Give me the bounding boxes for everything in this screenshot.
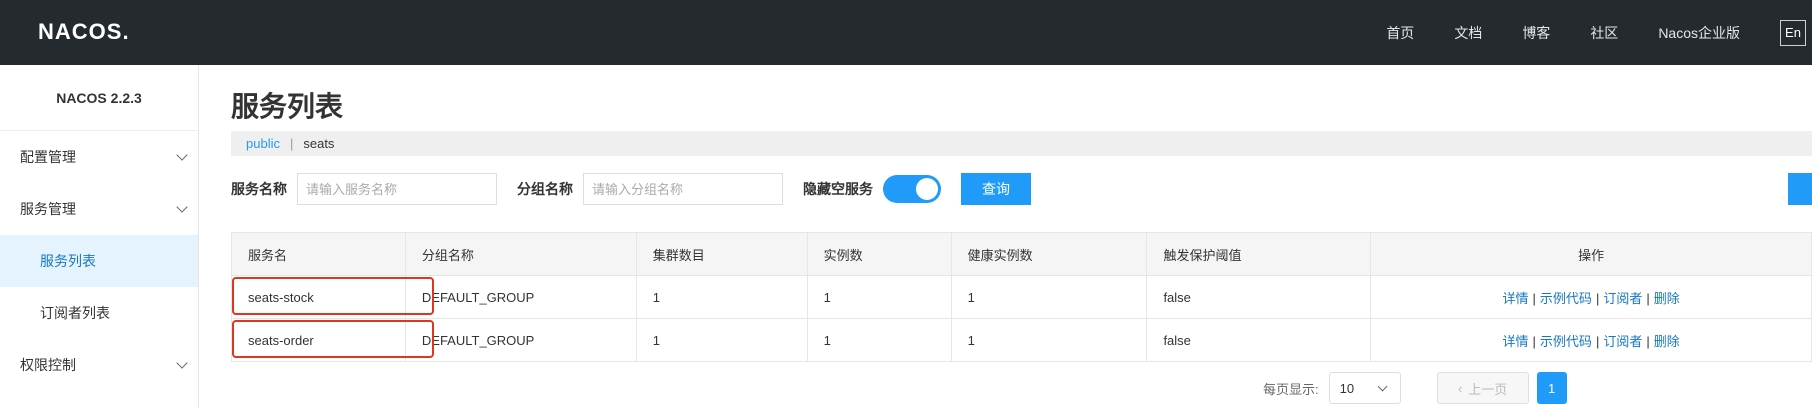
- cell-service-name: seats-order: [231, 318, 434, 362]
- cell-service-name: seats-stock: [231, 275, 434, 319]
- sidebar-item-service-management[interactable]: 服务管理: [0, 183, 198, 235]
- page-title: 服务列表: [231, 91, 344, 122]
- page-size-select[interactable]: 10: [1328, 372, 1401, 404]
- ops-separator: |: [1595, 290, 1600, 306]
- column-header-clusters: 集群数目: [635, 232, 808, 276]
- service-name-label: 服务名称: [231, 181, 287, 197]
- page-number-current[interactable]: 1: [1536, 372, 1567, 404]
- subscriber-link[interactable]: 订阅者: [1603, 334, 1642, 349]
- chevron-down-icon: [176, 149, 188, 161]
- ops-separator: |: [1646, 333, 1650, 349]
- column-header-threshold: 触发保护阈值: [1146, 232, 1372, 276]
- cell-healthy: 1: [950, 275, 1148, 319]
- nav-blog[interactable]: 博客: [1522, 23, 1550, 43]
- cell-group: DEFAULT_GROUP: [404, 275, 637, 319]
- cell-clusters: 1: [635, 318, 808, 362]
- namespace-seats[interactable]: seats: [303, 136, 334, 151]
- page-size-label: 每页显示:: [1263, 381, 1319, 397]
- highlight-box: [232, 320, 434, 358]
- detail-link[interactable]: 详情: [1503, 291, 1529, 306]
- sidebar-item-label: 权限控制: [20, 357, 76, 373]
- sidebar: NACOS 2.2.3 配置管理 服务管理 服务列表 订阅者列表 权限控制: [0, 65, 199, 408]
- cell-operations: 详情 | 示例代码 | 订阅者 | 删除: [1370, 275, 1812, 319]
- delete-link[interactable]: 删除: [1654, 291, 1680, 306]
- cell-threshold: false: [1146, 275, 1372, 319]
- highlight-box: [232, 277, 434, 315]
- create-service-button[interactable]: [1788, 173, 1812, 205]
- nav-home[interactable]: 首页: [1386, 23, 1414, 43]
- hide-empty-toggle[interactable]: [883, 175, 941, 203]
- logo-text: NACOS.: [38, 19, 130, 44]
- sidebar-item-access-control[interactable]: 权限控制: [0, 339, 198, 391]
- column-header-service-name: 服务名: [231, 232, 406, 276]
- hide-empty-label: 隐藏空服务: [803, 181, 873, 197]
- column-header-instances: 实例数: [806, 232, 952, 276]
- sidebar-item-label: 配置管理: [20, 149, 76, 165]
- table-row: seats-order DEFAULT_GROUP 1 1 1 false 详情…: [231, 318, 1812, 362]
- pagination: 每页显示: 10 ‹ 上一页 1: [1263, 372, 1567, 404]
- cell-threshold: false: [1146, 318, 1372, 362]
- chevron-down-icon: [176, 357, 188, 369]
- group-name-label: 分组名称: [517, 181, 573, 197]
- sidebar-item-label: 订阅者列表: [40, 305, 110, 321]
- sample-code-link[interactable]: 示例代码: [1540, 291, 1592, 306]
- filter-bar: 服务名称 分组名称 隐藏空服务 查询: [231, 172, 1031, 206]
- sidebar-item-label: 服务列表: [40, 253, 96, 269]
- column-header-healthy: 健康实例数: [950, 232, 1148, 276]
- ops-separator: |: [1532, 333, 1536, 349]
- service-table: 服务名 分组名称 集群数目 实例数 健康实例数 触发保护阈值 操作 seats-…: [231, 232, 1812, 362]
- ops-separator: |: [1646, 290, 1650, 306]
- nav-docs[interactable]: 文档: [1454, 23, 1482, 43]
- query-button[interactable]: 查询: [961, 173, 1031, 205]
- prev-page-label: 上一页: [1468, 381, 1508, 397]
- ops-separator: |: [1595, 333, 1600, 349]
- cell-clusters: 1: [635, 275, 808, 319]
- subscriber-link[interactable]: 订阅者: [1603, 291, 1642, 306]
- cell-operations: 详情 | 示例代码 | 订阅者 | 删除: [1370, 318, 1812, 362]
- chevron-down-icon: [1377, 381, 1388, 392]
- prev-page-button[interactable]: ‹ 上一页: [1436, 372, 1529, 404]
- chevron-down-icon: [176, 201, 188, 213]
- column-header-group: 分组名称: [404, 232, 637, 276]
- cell-instances: 1: [806, 275, 952, 319]
- top-nav: 首页 文档 博客 社区 Nacos企业版 En: [1386, 0, 1812, 65]
- ops-separator: |: [1532, 290, 1536, 306]
- nav-community[interactable]: 社区: [1590, 23, 1618, 43]
- sidebar-item-service-list[interactable]: 服务列表: [0, 235, 198, 287]
- column-header-operations: 操作: [1370, 232, 1812, 276]
- cell-group: DEFAULT_GROUP: [404, 318, 637, 362]
- namespace-public[interactable]: public: [246, 136, 280, 151]
- nacos-logo[interactable]: NACOS.: [38, 18, 130, 46]
- chevron-left-icon: ‹: [1457, 380, 1463, 396]
- toggle-knob: [916, 178, 938, 200]
- sidebar-item-config-management[interactable]: 配置管理: [0, 131, 198, 183]
- page-size-value: 10: [1339, 380, 1355, 396]
- nav-enterprise[interactable]: Nacos企业版: [1658, 23, 1740, 43]
- namespace-bar: public | seats: [231, 131, 1812, 156]
- table-row: seats-stock DEFAULT_GROUP 1 1 1 false 详情…: [231, 275, 1812, 319]
- group-name-input[interactable]: [583, 173, 783, 205]
- sidebar-item-subscriber-list[interactable]: 订阅者列表: [0, 287, 198, 339]
- sample-code-link[interactable]: 示例代码: [1540, 334, 1592, 349]
- service-name-input[interactable]: [297, 173, 497, 205]
- delete-link[interactable]: 删除: [1654, 334, 1680, 349]
- language-toggle-button[interactable]: En: [1780, 19, 1806, 46]
- sidebar-item-label: 服务管理: [20, 201, 76, 217]
- namespace-separator: |: [289, 136, 294, 151]
- cell-instances: 1: [806, 318, 952, 362]
- table-header-row: 服务名 分组名称 集群数目 实例数 健康实例数 触发保护阈值 操作: [231, 232, 1812, 276]
- cell-healthy: 1: [950, 318, 1148, 362]
- top-bar: NACOS. 首页 文档 博客 社区 Nacos企业版 En: [0, 0, 1812, 65]
- version-label: NACOS 2.2.3: [0, 65, 198, 131]
- detail-link[interactable]: 详情: [1503, 334, 1529, 349]
